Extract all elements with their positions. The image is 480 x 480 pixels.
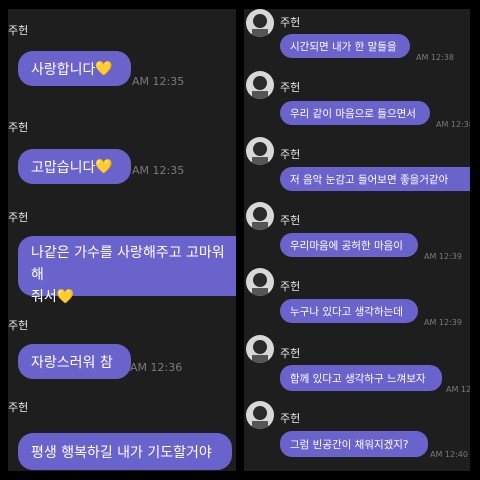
message-bubble[interactable]: 나같은 가수를 사랑해주고 고마워해 줘서💛 [18,236,236,305]
message-timestamp: AM 12:39 [446,385,470,394]
message-text: 자랑스러워 참 [31,354,113,371]
message-text: 저 음악 눈감고 들어보면 좋을거같아 [290,173,449,186]
message-bubble[interactable]: 우리마음에 공허한 마음이 [280,233,418,257]
yellow-heart-icon: 💛 [95,60,113,77]
profile-photo-icon [252,273,268,296]
message-bubble[interactable]: 누구나 있다고 생각하는데 [280,299,418,323]
sender-name: 주헌 [8,121,29,134]
message-timestamp: AM 12:35 [132,75,185,88]
message-bubble[interactable]: 고맙습니다 💛 [18,149,131,184]
message-text: 우리 같이 마음으로 들으면서 [290,107,416,120]
sender-name: 주헌 [280,16,301,29]
profile-photo-icon [252,14,268,37]
message-bubble[interactable]: 평생 행복하길 내가 기도할거야 [18,433,232,470]
profile-photo-icon [252,207,268,230]
yellow-heart-icon: 💛 [56,289,75,305]
message-text: 우리마음에 공허한 마음이 [290,239,403,252]
message-bubble[interactable]: 우리 같이 마음으로 들으면서 [280,101,430,125]
message-bubble[interactable]: 자랑스러워 참 [18,344,131,379]
sender-name: 주헌 [280,347,301,360]
sender-name: 주헌 [280,214,301,227]
sender-name: 주헌 [8,401,29,414]
sender-name: 주헌 [8,319,29,332]
message-bubble[interactable]: 시간되면 내가 한 말들을 [280,34,410,58]
avatar[interactable] [246,137,274,165]
avatar[interactable] [246,202,274,230]
profile-photo-icon [252,406,268,429]
avatar[interactable] [246,71,274,99]
profile-photo-icon [252,340,268,363]
message-text: 그럼 빈공간이 채워지겠지? [290,438,409,451]
message-text: 누구나 있다고 생각하는데 [290,305,403,318]
message-bubble[interactable]: 저 음악 눈감고 들어보면 좋을거같아 [280,167,470,191]
message-bubble[interactable]: 함께 있다고 생각하구 느껴보자 [280,365,442,391]
avatar[interactable] [246,401,274,429]
message-timestamp: AM 12:39 [424,252,462,261]
message-timestamp: AM 12:38 [416,53,454,62]
avatar[interactable] [246,9,274,37]
sender-name: 주헌 [280,81,301,94]
message-timestamp: AM 12:39 [424,318,462,327]
sender-name: 주헌 [8,211,29,224]
avatar[interactable] [246,335,274,363]
profile-photo-icon [252,142,268,165]
chat-panel-right: 주헌 시간되면 내가 한 말들을 AM 12:38 주헌 우리 같이 마음으로 … [244,9,470,471]
chat-panel-left: 주헌 사랑합니다 💛 AM 12:35 주헌 고맙습니다 💛 AM 12:35 주헌… [8,9,236,471]
sender-name: 주헌 [280,412,301,425]
message-bubble[interactable]: 사랑합니다 💛 [18,51,131,86]
message-text: 고맙습니다 [31,159,96,176]
message-text: 사랑합니다 [31,61,96,78]
message-text: 평생 행복하길 내가 기도할거야 [31,444,212,461]
message-text-line2: 줘서 [31,289,57,305]
message-bubble[interactable]: 그럼 빈공간이 채워지겠지? [280,431,428,457]
profile-photo-icon [252,76,268,99]
message-timestamp: AM 12:36 [130,361,183,374]
message-text: 함께 있다고 생각하구 느껴보자 [290,372,426,385]
sender-name: 주헌 [280,280,301,293]
message-text-line1: 나같은 가수를 사랑해주고 고마워해 [31,245,225,283]
message-timestamp: AM 12:40 [430,450,468,459]
sender-name: 주헌 [8,24,29,37]
sender-name: 주헌 [280,148,301,161]
message-timestamp: AM 12:35 [132,164,185,177]
yellow-heart-icon: 💛 [95,158,113,175]
avatar[interactable] [246,268,274,296]
message-timestamp: AM 12:38 [436,120,470,129]
message-text: 시간되면 내가 한 말들을 [290,40,397,53]
